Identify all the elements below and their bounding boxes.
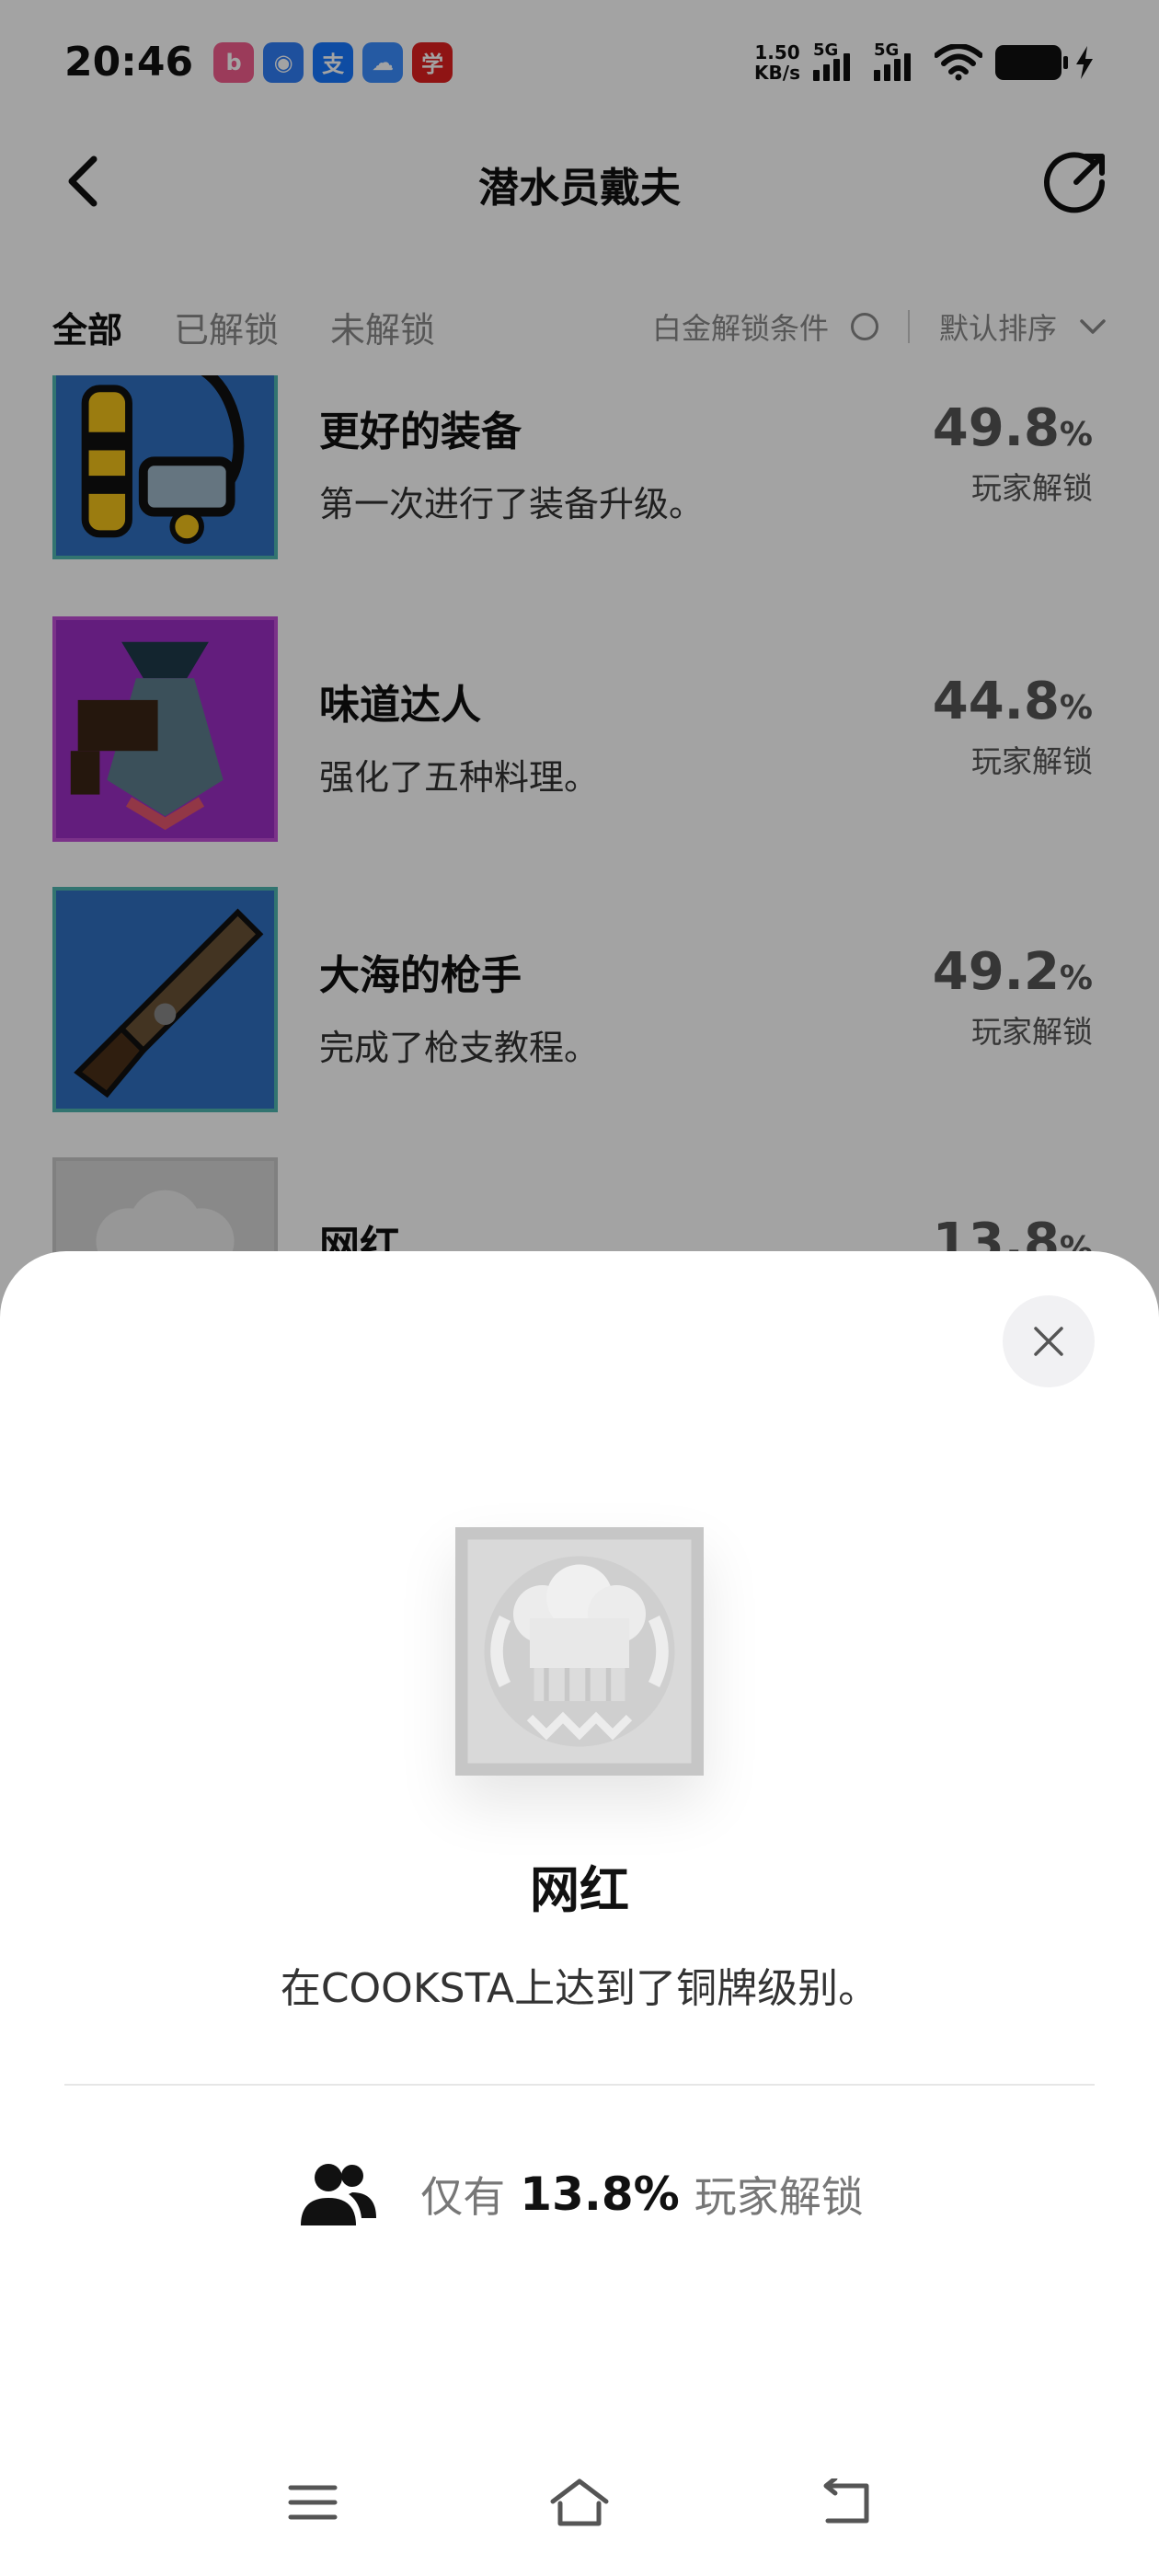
achievement-title: 网红 <box>530 1861 629 1919</box>
menu-icon <box>288 2485 338 2520</box>
unlock-stat: 仅有 13.8% 玩家解锁 <box>0 2148 1159 2240</box>
system-navigation <box>0 2447 1159 2558</box>
close-button[interactable] <box>1003 1295 1095 1387</box>
users-icon <box>301 2164 377 2225</box>
divider <box>64 2084 1095 2086</box>
home-button[interactable] <box>543 2466 616 2539</box>
stat-percent: 13.8% <box>520 2168 680 2221</box>
chef-hat-icon <box>455 1527 704 1776</box>
home-icon <box>550 2478 609 2526</box>
achievement-description: 在COOKSTA上达到了铜牌级别。 <box>280 1965 879 2012</box>
close-icon <box>1034 1327 1063 1356</box>
back-nav-button[interactable] <box>809 2466 883 2539</box>
stat-prefix: 仅有 <box>420 2172 506 2222</box>
back-arrow-icon <box>823 2478 869 2524</box>
menu-button[interactable] <box>276 2466 350 2539</box>
stat-suffix: 玩家解锁 <box>694 2172 864 2222</box>
achievement-detail-sheet: 网红 在COOKSTA上达到了铜牌级别。 仅有 13.8% 玩家解锁 <box>0 1251 1159 2576</box>
